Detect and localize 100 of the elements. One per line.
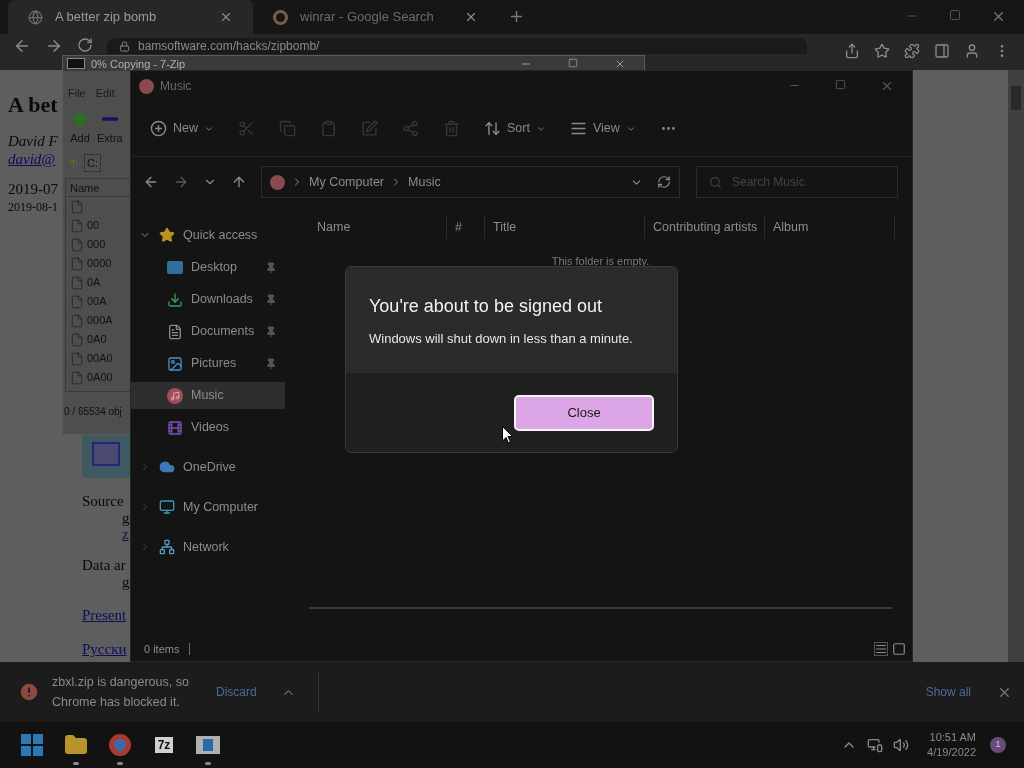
nav-label[interactable]: Desktop	[191, 258, 237, 277]
nav-label[interactable]: Music	[191, 386, 224, 405]
nav-label[interactable]: My Computer	[183, 497, 259, 517]
pin-icon[interactable]	[265, 293, 277, 306]
file-icon	[70, 351, 84, 366]
browser-tab[interactable]: A better zip bomb	[8, 0, 253, 34]
empty-message: This folder is empty.	[551, 254, 650, 269]
pin-icon[interactable]	[265, 357, 277, 370]
tab-title: winrar - Google Search	[300, 8, 434, 27]
maximize-icon[interactable]	[568, 57, 578, 68]
download-icon	[167, 291, 183, 308]
nav-item[interactable]: My Computer	[131, 493, 289, 521]
bookmark-icon[interactable]	[874, 43, 890, 59]
cloud-icon	[159, 459, 175, 475]
close-icon[interactable]	[219, 10, 233, 24]
reload-icon[interactable]	[77, 37, 93, 53]
nav-item[interactable]: Quick access	[131, 221, 289, 249]
pin-icon[interactable]	[265, 325, 277, 338]
download-warning: zbxl.zip is dangerous, so Chrome has blocked it.	[52, 674, 190, 711]
date-text: 2019-07	[8, 180, 58, 198]
maximize-icon[interactable]	[835, 79, 846, 90]
back-icon[interactable]	[143, 174, 159, 190]
nav-label[interactable]: Videos	[191, 418, 229, 437]
nav-item[interactable]: OneDrive	[131, 453, 289, 481]
toolbar-item[interactable]: New	[150, 119, 214, 138]
notification-badge[interactable]: 1	[990, 737, 1006, 753]
app-icon[interactable]	[196, 736, 220, 754]
page-heading: A bet	[8, 92, 58, 118]
discard-button[interactable]: Discard	[216, 683, 257, 701]
nav-item[interactable]: Downloads	[131, 286, 285, 313]
music-icon	[270, 174, 285, 190]
film-icon	[167, 419, 183, 436]
nav-item[interactable]: Network	[131, 533, 289, 561]
forward-icon[interactable]	[173, 174, 189, 190]
breadcrumb-item[interactable]: My Computer	[309, 172, 385, 192]
lines-icon[interactable]	[569, 120, 587, 137]
dialog-message: Windows will shut down in less than a minute.	[369, 330, 634, 348]
show-all-button[interactable]: Show all	[925, 683, 971, 701]
close-button[interactable]: Close	[514, 394, 654, 431]
nav-label[interactable]: Network	[183, 537, 229, 557]
pin-icon[interactable]	[265, 261, 277, 274]
nav-label[interactable]: Documents	[191, 322, 255, 341]
file-icon	[70, 332, 84, 347]
nav-label[interactable]: OneDrive	[183, 457, 236, 477]
music-icon	[139, 78, 154, 94]
toolbar-label[interactable]: Sort	[507, 119, 530, 138]
file-icon	[70, 275, 84, 290]
toolbar-item[interactable]: Sort	[484, 119, 546, 138]
toolbar-item[interactable]: View	[569, 119, 636, 138]
close-icon[interactable]	[464, 10, 478, 24]
file-icon	[70, 294, 84, 309]
column-header[interactable]: Name	[309, 215, 447, 239]
sort-icon[interactable]	[484, 120, 501, 137]
volume-icon[interactable]	[893, 737, 910, 753]
url-text: bamsoftware.com/hacks/zipbomb/	[138, 39, 320, 53]
up-icon[interactable]	[231, 174, 247, 190]
clock-date[interactable]: 4/19/2022	[927, 745, 976, 760]
tiles-view-icon[interactable]	[892, 642, 906, 656]
extensions-icon[interactable]	[904, 43, 920, 59]
browser-tab[interactable]: winrar - Google Search	[253, 0, 498, 34]
page-text: g	[122, 510, 130, 526]
breadcrumb-item[interactable]: Music	[408, 172, 441, 192]
share-icon[interactable]	[844, 43, 860, 59]
column-header[interactable]: #	[447, 215, 485, 239]
column-header[interactable]: Contributing artists	[645, 215, 765, 239]
side-panel-icon[interactable]	[934, 43, 950, 59]
windows-icon[interactable]	[21, 734, 43, 756]
profile-icon[interactable]	[964, 43, 980, 59]
author-name: David F	[8, 132, 58, 150]
nav-item[interactable]: Videos	[131, 414, 285, 441]
nav-label[interactable]: Downloads	[191, 290, 253, 309]
page-text: Source	[82, 492, 124, 510]
app-icon[interactable]: 7z	[152, 735, 176, 755]
address-bar[interactable]: My Computer Music	[261, 166, 680, 198]
document-icon	[167, 323, 183, 340]
close-icon[interactable]	[991, 9, 1006, 24]
toolbar-label[interactable]: New	[173, 119, 198, 138]
close-icon[interactable]	[880, 79, 894, 93]
new-tab-icon[interactable]	[508, 8, 525, 25]
nav-item[interactable]: Music	[131, 382, 285, 409]
nav-item[interactable]: Desktop	[131, 254, 285, 281]
details-view-icon[interactable]	[874, 642, 888, 656]
back-icon[interactable]	[13, 37, 31, 55]
add-icon[interactable]	[150, 120, 167, 137]
network-icon[interactable]	[867, 737, 884, 753]
refresh-icon[interactable]	[657, 175, 671, 189]
maximize-icon[interactable]	[949, 9, 961, 21]
nav-item[interactable]: Pictures	[131, 350, 285, 377]
address-bar[interactable]: bamsoftware.com/hacks/zipbomb/	[107, 38, 807, 54]
column-header[interactable]: Title	[485, 215, 645, 239]
folder-icon[interactable]	[64, 733, 88, 757]
nav-label[interactable]: Pictures	[191, 354, 237, 373]
nav-label[interactable]: Quick access	[183, 225, 258, 245]
nav-item[interactable]: Documents	[131, 318, 285, 345]
toolbar-label[interactable]: View	[592, 119, 620, 138]
column-header[interactable]: Album	[765, 215, 895, 239]
clock-time[interactable]: 10:51 AM	[929, 730, 976, 745]
scrollbar[interactable]	[1008, 70, 1024, 662]
lock-icon	[119, 40, 130, 52]
forward-icon[interactable]	[45, 37, 63, 55]
